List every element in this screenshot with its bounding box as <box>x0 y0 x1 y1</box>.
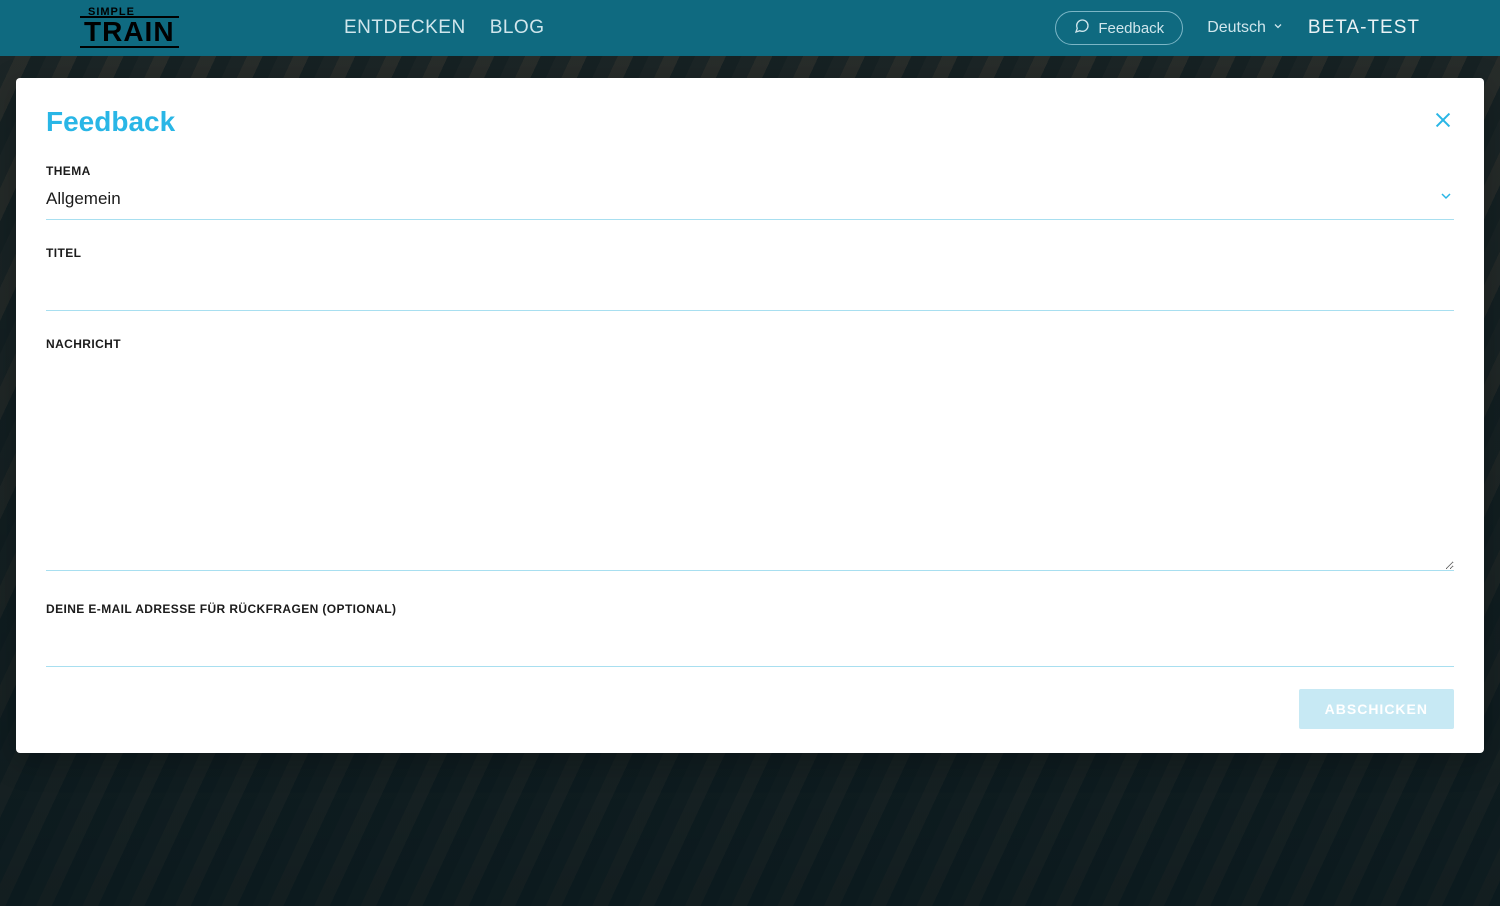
language-selector[interactable]: Deutsch <box>1207 19 1284 37</box>
title-input[interactable] <box>46 270 1454 311</box>
message-label: NACHRICHT <box>46 337 1454 351</box>
submit-button[interactable]: ABSCHICKEN <box>1299 689 1454 729</box>
logo[interactable]: SIMPLE TRAIN <box>80 8 240 48</box>
close-button[interactable] <box>1432 109 1454 136</box>
modal-title: Feedback <box>46 106 175 138</box>
feedback-button[interactable]: Feedback <box>1055 11 1183 45</box>
topic-label: THEMA <box>46 164 1454 178</box>
modal-header: Feedback <box>46 106 1454 138</box>
nav-links: ENTDECKEN BLOG <box>344 17 545 39</box>
email-label: DEINE E-MAIL ADRESSE FÜR RÜCKFRAGEN (OPT… <box>46 602 1454 616</box>
modal-actions: ABSCHICKEN <box>46 689 1454 729</box>
message-textarea[interactable] <box>46 361 1454 571</box>
beta-test-link[interactable]: BETA-TEST <box>1308 17 1420 39</box>
language-label: Deutsch <box>1207 19 1266 37</box>
speech-bubble-icon <box>1074 18 1090 38</box>
top-nav: SIMPLE TRAIN ENTDECKEN BLOG Feedback Deu… <box>0 0 1500 56</box>
nav-discover[interactable]: ENTDECKEN <box>344 17 466 39</box>
close-icon <box>1432 118 1454 135</box>
topic-select[interactable]: Allgemein <box>46 188 1454 220</box>
title-label: TITEL <box>46 246 1454 260</box>
feedback-modal: Feedback THEMA Allgemein TITEL NACHRICHT… <box>16 78 1484 753</box>
logo-text-big: TRAIN <box>80 16 179 48</box>
email-input[interactable] <box>46 626 1454 667</box>
chevron-down-icon <box>1438 188 1454 209</box>
topic-value: Allgemein <box>46 189 121 209</box>
nav-blog[interactable]: BLOG <box>490 17 545 39</box>
feedback-button-label: Feedback <box>1098 20 1164 37</box>
chevron-down-icon <box>1272 19 1284 37</box>
